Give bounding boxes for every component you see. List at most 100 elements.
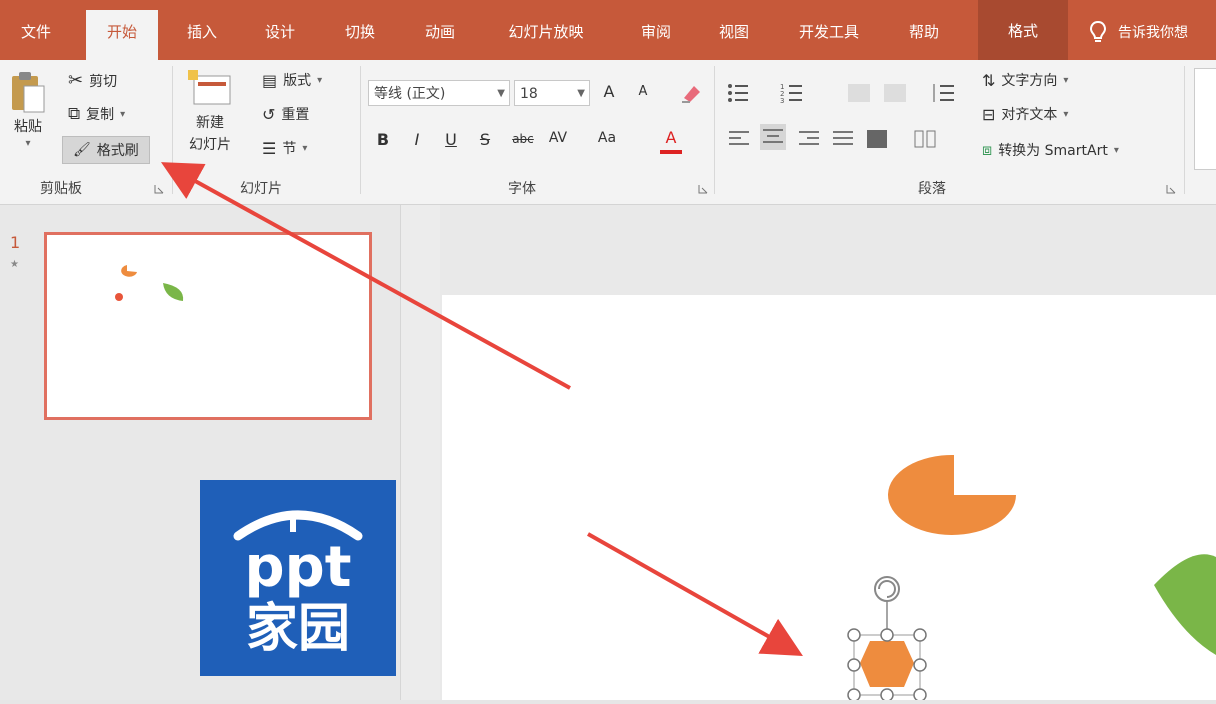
shadow-button[interactable]: S [474,130,496,149]
tab-file[interactable]: 文件 [12,12,60,52]
reset-label: 重置 [281,107,310,123]
ribbon: 粘贴 ▾ ✂ 剪切 ⧉ 复制 ▾ 🖌 格式刷 剪贴板 新建 幻灯片 ▤ 版式 ▾… [0,60,1216,205]
smartart-icon: ⧈ [982,140,993,159]
new-slide-label-2: 幻灯片 [189,137,231,153]
font-size-select[interactable]: 18 ▼ [514,80,590,106]
align-text-dropdown-icon: ▾ [1063,108,1069,120]
search-text: 告诉我你想 [1118,25,1188,41]
text-direction-dropdown-icon: ▾ [1063,74,1069,86]
font-launcher-icon[interactable] [698,184,708,194]
underline-button[interactable]: U [440,130,462,149]
shrink-font-button[interactable]: A [632,84,654,99]
reset-icon: ↺ [262,104,276,124]
clipboard-group-label: 剪贴板 [40,181,82,197]
logo-text-jiayuan: 家园 [246,599,350,659]
clipboard-launcher-icon[interactable] [154,184,164,194]
clear-formatting-icon[interactable] [680,82,704,104]
tab-animations[interactable]: 动画 [412,12,468,52]
layout-icon: ▤ [262,70,278,90]
change-case-button[interactable]: Aa [592,130,622,146]
grow-font-button[interactable]: A [598,82,620,101]
shapes-gallery[interactable] [1194,68,1216,170]
tab-view[interactable]: 视图 [706,12,762,52]
char-spacing-button[interactable]: AV [542,130,574,146]
slide-thumbnail-1[interactable] [44,232,372,420]
tab-help[interactable]: 帮助 [896,12,952,52]
text-direction-icon: ⇅ [982,70,996,90]
thumbnail-shapes [115,265,184,301]
smartart-label: 转换为 SmartArt [998,143,1108,159]
distributed-icon[interactable] [864,126,890,152]
align-text-button[interactable]: ⊟ 对齐文本 ▾ [982,104,1068,124]
pie-shape [887,454,1016,535]
font-color-button[interactable]: A [660,128,682,147]
font-name-dropdown-icon: ▼ [497,88,505,99]
format-painter-button[interactable]: 🖌 格式刷 [62,136,150,164]
tab-slideshow[interactable]: 幻灯片放映 [492,12,600,52]
tab-review[interactable]: 审阅 [628,12,684,52]
tab-design[interactable]: 设计 [252,12,308,52]
columns-icon[interactable] [912,126,938,152]
decrease-indent-icon[interactable] [846,80,872,106]
new-slide-icon [188,70,231,105]
copy-button[interactable]: ⧉ 复制 ▾ [68,104,125,124]
italic-button[interactable]: I [406,130,428,149]
smartart-dropdown-icon: ▾ [1113,144,1119,156]
bold-button[interactable]: B [372,130,394,149]
paste-dropdown-icon: ▾ [25,138,31,149]
line-spacing-icon[interactable] [930,80,956,106]
slide-thumbnail-pane: 1 ★ ppt 家园 [0,205,400,700]
section-icon: ☰ [262,138,277,158]
rotate-handle-icon [874,576,900,602]
pane-splitter[interactable] [400,205,441,700]
section-button[interactable]: ☰ 节 ▾ [262,138,307,158]
bullets-icon[interactable] [726,80,752,106]
selected-octagon-shape [860,641,914,687]
logo-text-ppt: ppt [245,535,352,600]
tab-developer[interactable]: 开发工具 [784,12,874,52]
text-direction-button[interactable]: ⇅ 文字方向 ▾ [982,70,1068,90]
smartart-button[interactable]: ⧈ 转换为 SmartArt ▾ [982,140,1119,160]
slide-number: 1 [10,233,21,252]
text-direction-label: 文字方向 [1001,73,1058,89]
font-name-select[interactable]: 等线 (正文) ▼ [368,80,510,106]
align-text-label: 对齐文本 [1001,107,1058,123]
svg-text:3: 3 [780,97,784,105]
slide-shapes [847,454,1216,702]
align-left-icon[interactable] [726,126,752,152]
paste-button[interactable]: 粘贴 ▾ [8,70,48,149]
tab-transitions[interactable]: 切换 [332,12,388,52]
paragraph-group-label: 段落 [918,181,946,197]
tab-insert[interactable]: 插入 [176,12,228,52]
copy-icon: ⧉ [68,104,81,124]
layout-button[interactable]: ▤ 版式 ▾ [262,70,322,90]
lightbulb-icon [1090,21,1106,42]
paste-icon [12,72,45,113]
increase-indent-icon[interactable] [882,80,908,106]
new-slide-button[interactable]: 新建 幻灯片 [186,70,234,154]
section-dropdown-icon: ▾ [302,142,308,154]
copy-dropdown-icon: ▾ [120,108,126,120]
cut-label: 剪切 [89,73,118,90]
tab-home[interactable]: 开始 [86,10,158,60]
tell-me-search[interactable]: 告诉我你想 [1090,12,1188,52]
font-size-dropdown-icon: ▼ [577,88,585,99]
tab-format[interactable]: 格式 [978,0,1068,60]
font-size-value: 18 [520,86,538,102]
reset-button[interactable]: ↺ 重置 [262,104,309,124]
font-name-value: 等线 (正文) [374,86,446,102]
align-right-icon[interactable] [796,126,822,152]
slide-canvas[interactable] [442,295,1216,702]
slides-group-label: 幻灯片 [240,181,282,197]
cut-button[interactable]: ✂ 剪切 [68,70,117,91]
thumbnail-dot [115,293,123,301]
new-slide-label-1: 新建 [196,115,224,131]
thumbnail-pie [121,265,137,277]
justify-icon[interactable] [830,126,856,152]
font-group-label: 字体 [508,181,536,197]
strikethrough-button[interactable]: abc [508,132,538,146]
paragraph-launcher-icon[interactable] [1166,184,1176,194]
ppt-jiayuan-logo: ppt 家园 [200,480,396,676]
align-center-icon[interactable] [760,124,786,150]
numbering-icon[interactable]: 123 [780,80,806,106]
